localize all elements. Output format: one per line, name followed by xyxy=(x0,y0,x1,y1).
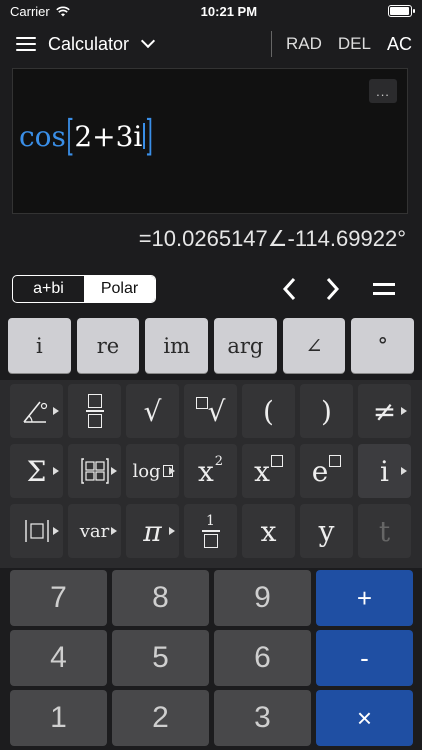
matrix-icon xyxy=(80,458,109,484)
result-value: =10.0265147∠-114.69922° xyxy=(138,226,406,251)
open-paren-key[interactable]: ( xyxy=(242,384,295,438)
square-exponent: 2 xyxy=(214,453,224,469)
submenu-indicator xyxy=(53,407,59,415)
digit-5-key[interactable]: 5 xyxy=(112,630,209,686)
angle-key[interactable]: ∠ xyxy=(282,318,346,373)
power-key[interactable]: x xyxy=(242,444,295,498)
pi-label: π xyxy=(143,514,162,548)
relation-key[interactable]: ≠ xyxy=(358,384,411,438)
power-base: x xyxy=(254,454,270,488)
angle-degree-icon xyxy=(22,401,47,423)
abs-key[interactable] xyxy=(10,504,63,558)
plus-key[interactable]: + xyxy=(316,570,413,626)
submenu-indicator xyxy=(53,467,59,475)
submenu-indicator xyxy=(53,527,59,535)
complex-keys-row: i re im arg ∠ ° xyxy=(8,318,415,373)
angle-mode-button[interactable]: RAD xyxy=(286,34,322,54)
imag-part-key[interactable]: im xyxy=(145,318,209,373)
close-paren-key[interactable]: ) xyxy=(300,384,353,438)
divider xyxy=(271,31,272,57)
submenu-indicator xyxy=(111,467,117,475)
digit-6-key[interactable]: 6 xyxy=(214,630,311,686)
close-bracket: ] xyxy=(145,111,154,160)
exp-key[interactable]: e xyxy=(300,444,353,498)
carrier-label: Carrier xyxy=(10,3,50,19)
t-variable-key[interactable]: t xyxy=(358,504,411,558)
open-bracket: [ xyxy=(66,111,74,160)
digit-4-key[interactable]: 4 xyxy=(10,630,107,686)
digit-1-key[interactable]: 1 xyxy=(10,690,107,746)
imaginary-label: i xyxy=(380,454,389,488)
cursor-left-icon[interactable] xyxy=(280,275,300,303)
real-part-key[interactable]: re xyxy=(76,318,140,373)
expression: cos [ 2+3i ] xyxy=(19,115,154,157)
expression-display[interactable]: ... cos [ 2+3i ] xyxy=(12,68,408,214)
degree-key[interactable]: ° xyxy=(351,318,415,373)
cursor-right-icon[interactable] xyxy=(322,275,342,303)
nth-root-key[interactable]: √ xyxy=(184,384,237,438)
reciprocal-key[interactable]: 1 xyxy=(184,504,237,558)
polar-mode-tab[interactable]: Polar xyxy=(84,276,155,302)
mode-bar: a+bi Polar xyxy=(12,275,422,307)
digit-9-key[interactable]: 9 xyxy=(214,570,311,626)
square-key[interactable]: x2 xyxy=(184,444,237,498)
battery-icon xyxy=(387,5,415,17)
variable-key[interactable]: var xyxy=(68,504,121,558)
y-variable-key[interactable]: y xyxy=(300,504,353,558)
expression-function: cos xyxy=(19,119,66,153)
top-bar: Calculator RAD DEL AC xyxy=(0,22,422,66)
sigma-icon: Σ xyxy=(26,454,47,488)
submenu-indicator xyxy=(401,407,407,415)
x-variable-key[interactable]: x xyxy=(242,504,295,558)
submenu-indicator xyxy=(169,467,175,475)
wifi-icon xyxy=(55,6,70,16)
variable-label: var xyxy=(79,520,110,542)
log-label: log xyxy=(132,460,161,482)
equals-icon[interactable] xyxy=(372,275,396,303)
fraction-key[interactable] xyxy=(68,384,121,438)
all-clear-button[interactable]: AC xyxy=(387,34,412,55)
digit-3-key[interactable]: 3 xyxy=(214,690,311,746)
submenu-indicator xyxy=(169,527,175,535)
status-bar: Carrier 10:21 PM xyxy=(0,0,422,22)
digit-7-key[interactable]: 7 xyxy=(10,570,107,626)
app-title[interactable]: Calculator xyxy=(48,34,129,55)
imaginary-menu-key[interactable]: i xyxy=(358,444,411,498)
angle-tools-key[interactable] xyxy=(10,384,63,438)
menu-icon[interactable] xyxy=(16,37,36,51)
rect-mode-tab[interactable]: a+bi xyxy=(13,276,84,302)
function-panel: √ √ ( ) ≠ Σ log x2 x e i var π 1 x y t xyxy=(0,380,422,568)
digit-2-key[interactable]: 2 xyxy=(112,690,209,746)
pi-key[interactable]: π xyxy=(126,504,179,558)
imaginary-unit-key[interactable]: i xyxy=(8,318,71,373)
delete-button[interactable]: DEL xyxy=(338,34,371,54)
exp-base: e xyxy=(311,454,329,488)
numeric-keypad: 7 8 9 + 4 5 6 - 1 2 3 × xyxy=(10,570,413,746)
argument-key[interactable]: arg xyxy=(214,318,277,373)
chevron-down-icon[interactable] xyxy=(140,33,156,49)
not-equal-icon: ≠ xyxy=(372,394,397,428)
expression-argument: 2+3i xyxy=(74,119,143,153)
log-key[interactable]: log xyxy=(126,444,179,498)
digit-8-key[interactable]: 8 xyxy=(112,570,209,626)
multiply-key[interactable]: × xyxy=(316,690,413,746)
submenu-indicator xyxy=(401,467,407,475)
complex-format-segmented: a+bi Polar xyxy=(12,275,156,303)
sigma-key[interactable]: Σ xyxy=(10,444,63,498)
reciprocal-numerator: 1 xyxy=(206,513,215,530)
square-base: x xyxy=(197,454,214,488)
status-time: 10:21 PM xyxy=(200,3,258,19)
abs-icon xyxy=(24,520,49,542)
more-options-button[interactable]: ... xyxy=(369,79,397,103)
submenu-indicator xyxy=(111,527,117,535)
minus-key[interactable]: - xyxy=(316,630,413,686)
sqrt-key[interactable]: √ xyxy=(126,384,179,438)
matrix-key[interactable] xyxy=(68,444,121,498)
